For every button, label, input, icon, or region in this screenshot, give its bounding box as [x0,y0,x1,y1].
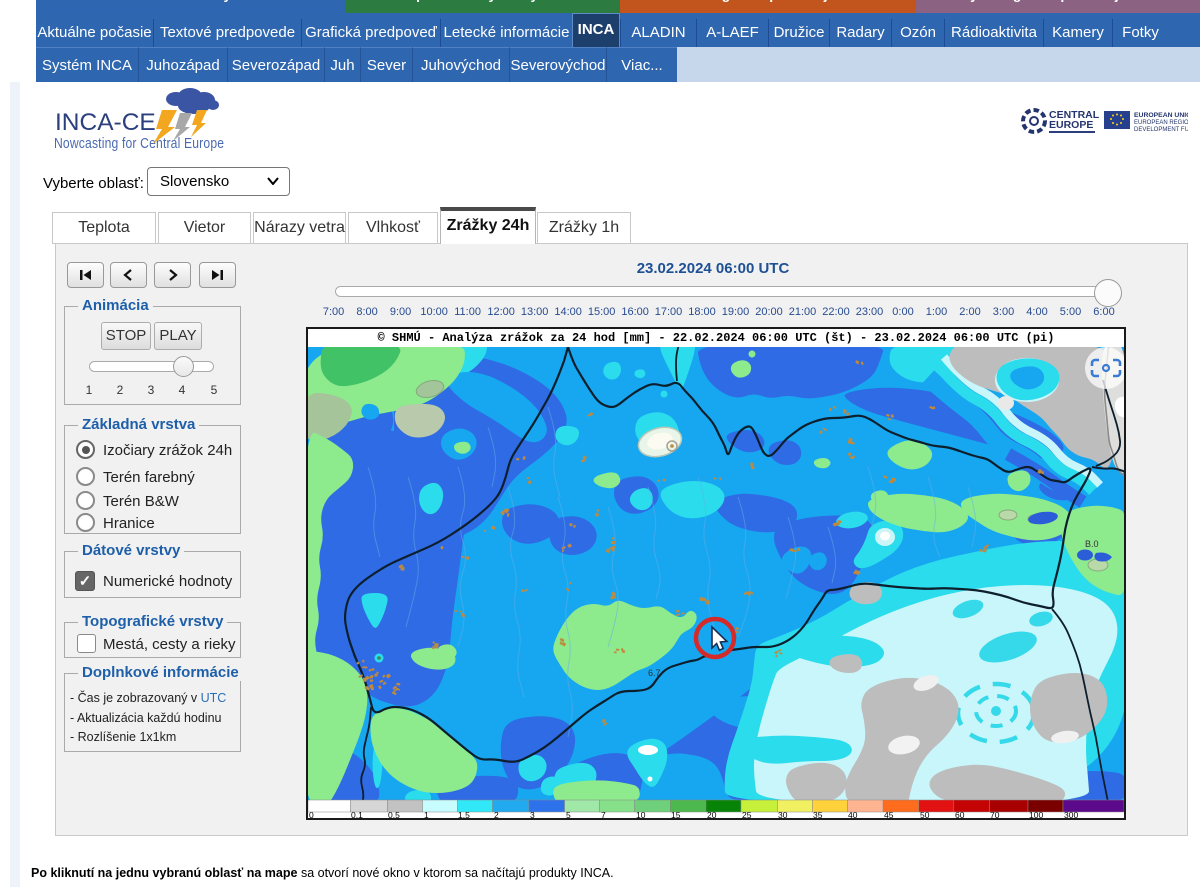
svg-text:20: 20 [707,810,717,818]
svg-text:45: 45 [884,810,894,818]
svg-text:100: 100 [1029,810,1043,818]
svg-text:25: 25 [742,810,752,818]
svg-text:1: 1 [424,810,429,818]
svg-text:50: 50 [920,810,930,818]
svg-text:60: 60 [955,810,965,818]
svg-text:5: 5 [566,810,571,818]
svg-text:15: 15 [671,810,681,818]
svg-text:EUROPEAN UNION: EUROPEAN UNION [1134,112,1188,119]
svg-text:300: 300 [1064,810,1078,818]
svg-text:6.7: 6.7 [648,668,661,678]
svg-text:30: 30 [778,810,788,818]
svg-text:10: 10 [636,810,646,818]
svg-text:2: 2 [494,810,499,818]
svg-text:B.0: B.0 [1085,539,1099,549]
svg-text:DEVELOPMENT FUND: DEVELOPMENT FUND [1134,127,1188,133]
svg-text:0.5: 0.5 [388,810,400,818]
svg-text:7: 7 [601,810,606,818]
svg-text:EUROPE: EUROPE [1049,119,1093,131]
svg-text:EUROPEAN REGIONAL: EUROPEAN REGIONAL [1134,120,1188,126]
svg-text:3: 3 [530,810,535,818]
svg-text:70: 70 [990,810,1000,818]
svg-text:1.5: 1.5 [458,810,470,818]
svg-text:0: 0 [309,810,314,818]
svg-text:40: 40 [848,810,858,818]
svg-text:35: 35 [813,810,823,818]
svg-text:0.1: 0.1 [351,810,363,818]
